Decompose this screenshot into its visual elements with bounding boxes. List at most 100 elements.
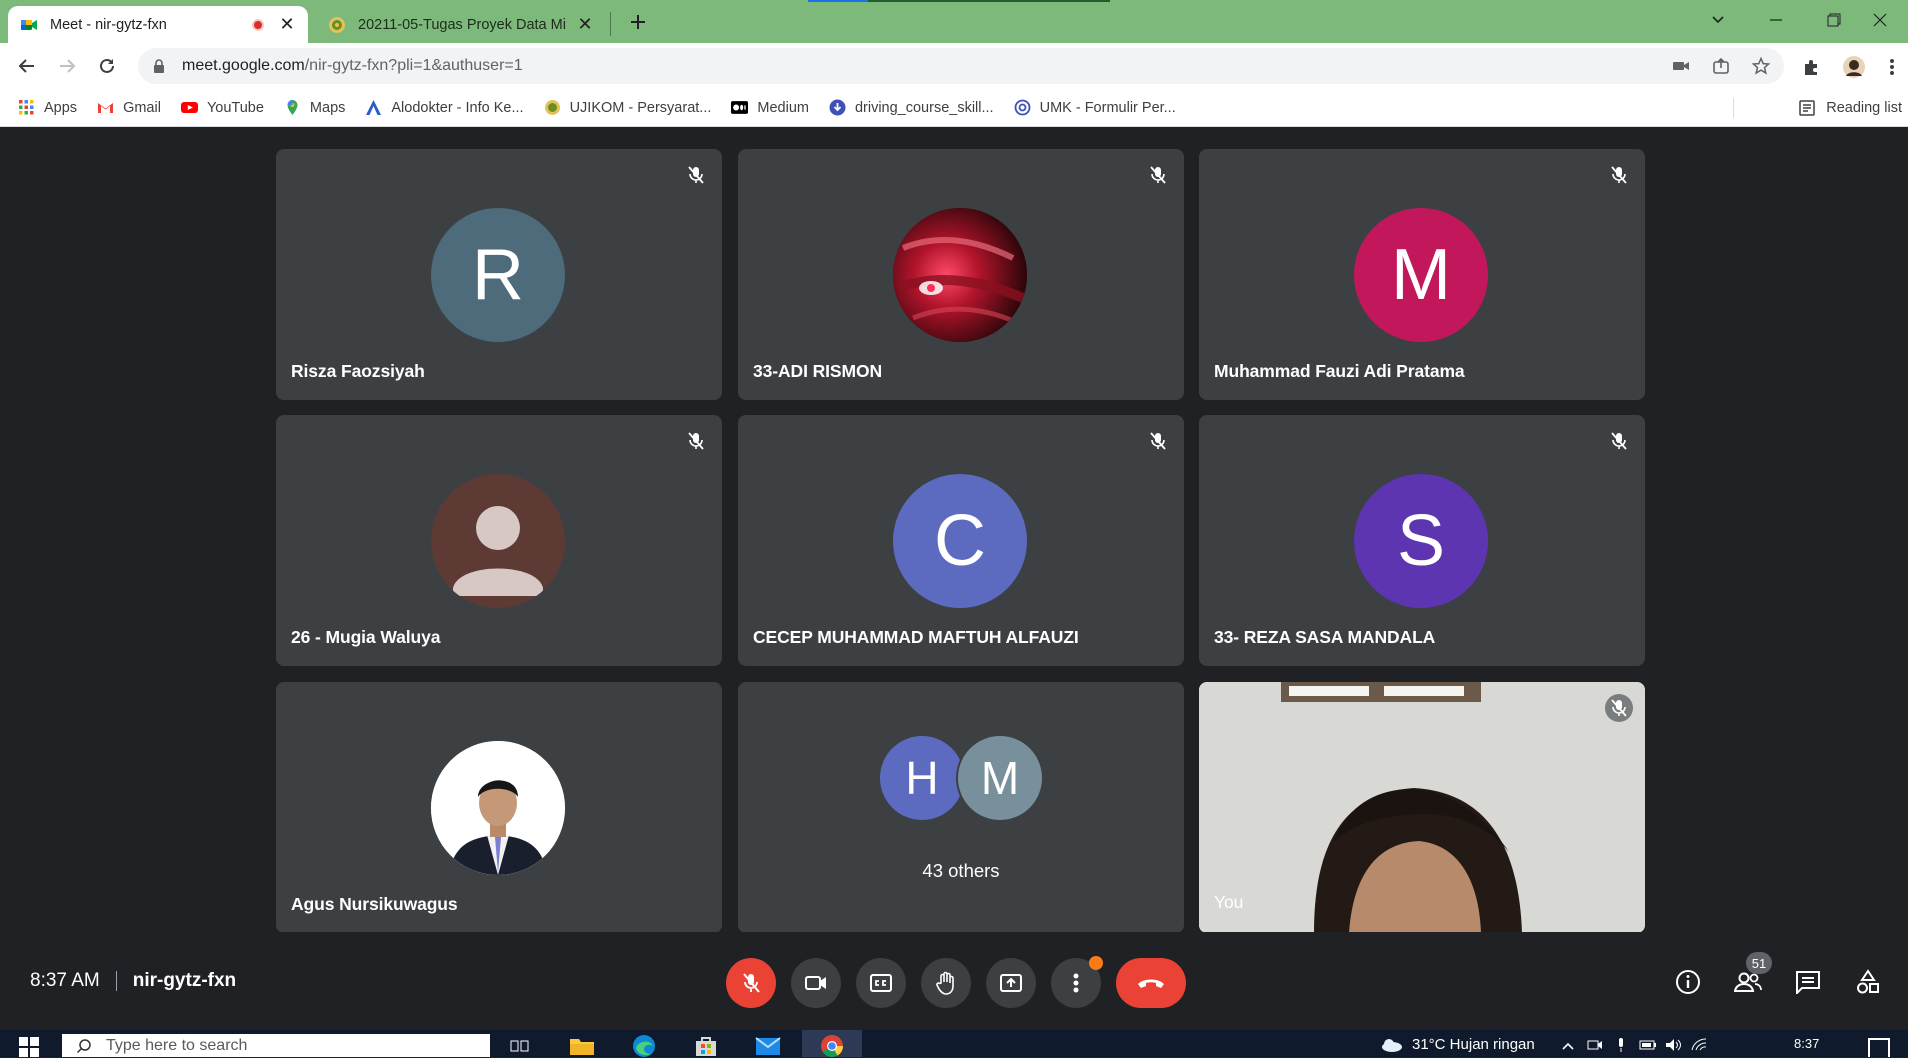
- url-path: /nir-gytz-fxn?pli=1&authuser=1: [304, 57, 523, 74]
- url-host: meet.google.com: [182, 57, 305, 74]
- bookmark-medium[interactable]: Medium: [731, 99, 809, 116]
- reading-list-button[interactable]: Reading list: [1798, 89, 1902, 127]
- weather-label[interactable]: 31°C Hujan ringan: [1412, 1036, 1535, 1053]
- chrome-icon[interactable]: [818, 1034, 846, 1057]
- videocam-icon: [805, 976, 826, 990]
- meet-tray-icon[interactable]: [1587, 1038, 1603, 1052]
- raise-hand-button[interactable]: [921, 958, 971, 1008]
- edge-browser-icon[interactable]: [630, 1034, 658, 1057]
- bookmark-label: UMK - Formulir Per...: [1039, 99, 1176, 116]
- extensions-puzzle-icon[interactable]: [1800, 55, 1824, 79]
- bookmark-label: YouTube: [206, 99, 264, 116]
- mic-off-icon: [1605, 694, 1633, 722]
- show-hidden-icons-icon[interactable]: [1561, 1038, 1577, 1052]
- task-view-icon[interactable]: [506, 1034, 534, 1057]
- default-person-avatar-icon: [431, 474, 565, 608]
- chrome-menu-icon[interactable]: [1880, 55, 1904, 79]
- forward-button[interactable]: [52, 51, 82, 81]
- windows-taskbar: Type here to search 31°C Hujan ringan 8:…: [0, 1030, 1908, 1057]
- self-video-tile[interactable]: You: [1199, 682, 1645, 933]
- mic-off-icon: [682, 161, 710, 189]
- gmail-icon: [98, 103, 114, 113]
- tab-meet[interactable]: Meet - nir-gytz-fxn ✕: [8, 6, 308, 43]
- people-button[interactable]: 51: [1730, 952, 1772, 1000]
- participant-tile[interactable]: C CECEP MUHAMMAD MAFTUH ALFAUZI: [738, 415, 1184, 666]
- raise-hand-icon: [936, 971, 954, 995]
- back-button[interactable]: [12, 51, 42, 81]
- bookmark-umk[interactable]: UMK - Formulir Per...: [1014, 99, 1176, 116]
- participant-tile[interactable]: 26 - Mugia Waluya: [276, 415, 722, 666]
- chat-button[interactable]: [1790, 964, 1826, 1000]
- wifi-icon[interactable]: [1691, 1037, 1707, 1052]
- file-explorer-icon[interactable]: [568, 1034, 596, 1057]
- store-icon[interactable]: [692, 1034, 720, 1057]
- activities-button[interactable]: [1850, 964, 1886, 1000]
- more-options-button[interactable]: [1051, 956, 1103, 1008]
- meeting-details-button[interactable]: [1670, 964, 1706, 1000]
- meet-controls-bar: 8:37 AM nir-gytz-fxn 51: [0, 932, 1908, 1030]
- minimize-button[interactable]: [1748, 4, 1804, 36]
- bookmark-label: driving_course_skill...: [854, 99, 994, 116]
- close-window-button[interactable]: [1852, 4, 1908, 36]
- meeting-time: 8:37 AM: [30, 970, 100, 991]
- close-tab-icon[interactable]: ✕: [278, 14, 296, 34]
- bookmark-star-icon[interactable]: [1752, 57, 1770, 75]
- participant-tile[interactable]: 33-ADI RISMON: [738, 149, 1184, 400]
- browser-tab-strip: Meet - nir-gytz-fxn ✕ 20211-05-Tugas Pro…: [0, 0, 1908, 43]
- close-tab-icon[interactable]: ✕: [576, 14, 594, 34]
- present-screen-button[interactable]: [986, 958, 1036, 1008]
- taskbar-search-input[interactable]: Type here to search: [62, 1034, 490, 1057]
- more-vert-icon: [1073, 973, 1079, 993]
- reload-button[interactable]: [92, 51, 122, 81]
- bookmark-label: Maps: [309, 99, 346, 116]
- meet-video-grid: R Risza Faozsiyah 33-ADI RISMON M Muhamm…: [0, 128, 1908, 933]
- present-to-all-icon: [1000, 974, 1022, 992]
- participant-name: Risza Faozsiyah: [291, 361, 425, 381]
- bookmark-driving-course[interactable]: driving_course_skill...: [829, 99, 994, 116]
- bookmark-gmail[interactable]: Gmail: [97, 99, 161, 116]
- participant-name: 33-ADI RISMON: [753, 361, 882, 381]
- profile-avatar[interactable]: [1842, 55, 1866, 79]
- tab-tugas-proyek[interactable]: 20211-05-Tugas Proyek Data Mi ✕: [316, 6, 606, 43]
- umk-icon: [1014, 99, 1030, 116]
- volume-icon[interactable]: [1665, 1038, 1681, 1052]
- camera-in-use-icon[interactable]: [1672, 57, 1690, 75]
- bookmark-youtube[interactable]: YouTube: [180, 99, 264, 116]
- bookmark-ujikom[interactable]: UJIKOM - Persyarat...: [544, 99, 711, 116]
- bookmark-alodokter[interactable]: Alodokter - Info Ke...: [365, 99, 524, 116]
- battery-icon[interactable]: [1639, 1038, 1656, 1052]
- system-tray: 31°C Hujan ringan: [1380, 1036, 1707, 1053]
- participant-tile[interactable]: M Muhammad Fauzi Adi Pratama: [1199, 149, 1645, 400]
- tab-search-button[interactable]: [1690, 4, 1746, 36]
- microphone-tray-icon[interactable]: [1613, 1037, 1629, 1052]
- windows-start-icon[interactable]: [18, 1036, 40, 1058]
- bookmark-label: Alodokter - Info Ke...: [391, 99, 524, 116]
- mail-icon[interactable]: [754, 1034, 782, 1057]
- bookmark-maps[interactable]: Maps: [284, 99, 345, 116]
- participant-tile[interactable]: Agus Nursikuwagus: [276, 682, 722, 933]
- camera-toggle-button[interactable]: [791, 958, 841, 1008]
- reading-list-icon: [1799, 100, 1815, 116]
- medium-icon: [731, 101, 749, 114]
- share-icon[interactable]: [1712, 57, 1730, 75]
- participant-tile[interactable]: S 33- REZA SASA MANDALA: [1199, 415, 1645, 666]
- avatar-photo: [431, 741, 565, 875]
- notification-center-icon[interactable]: [1868, 1038, 1890, 1057]
- activities-shapes-icon: [1857, 969, 1879, 994]
- others-count-label: 43 others: [922, 860, 1000, 881]
- bookmark-apps[interactable]: Apps: [18, 99, 77, 116]
- participant-tile[interactable]: R Risza Faozsiyah: [276, 149, 722, 400]
- avatar: C: [893, 474, 1027, 608]
- self-name-label: You: [1214, 892, 1244, 912]
- captions-button[interactable]: [856, 958, 906, 1008]
- taskbar-clock[interactable]: 8:37: [1794, 1036, 1819, 1051]
- divider: [115, 971, 117, 991]
- leave-call-button[interactable]: [1116, 958, 1186, 1008]
- chat-icon: [1796, 971, 1820, 994]
- new-tab-button[interactable]: [624, 8, 652, 36]
- others-tile[interactable]: H M 43 others: [738, 682, 1184, 933]
- address-bar[interactable]: meet.google.com/nir-gytz-fxn?pli=1&authu…: [138, 48, 1784, 84]
- participant-name: Muhammad Fauzi Adi Pratama: [1214, 361, 1465, 381]
- microphone-toggle-button[interactable]: [726, 958, 776, 1008]
- bookmark-label: Gmail: [123, 99, 161, 116]
